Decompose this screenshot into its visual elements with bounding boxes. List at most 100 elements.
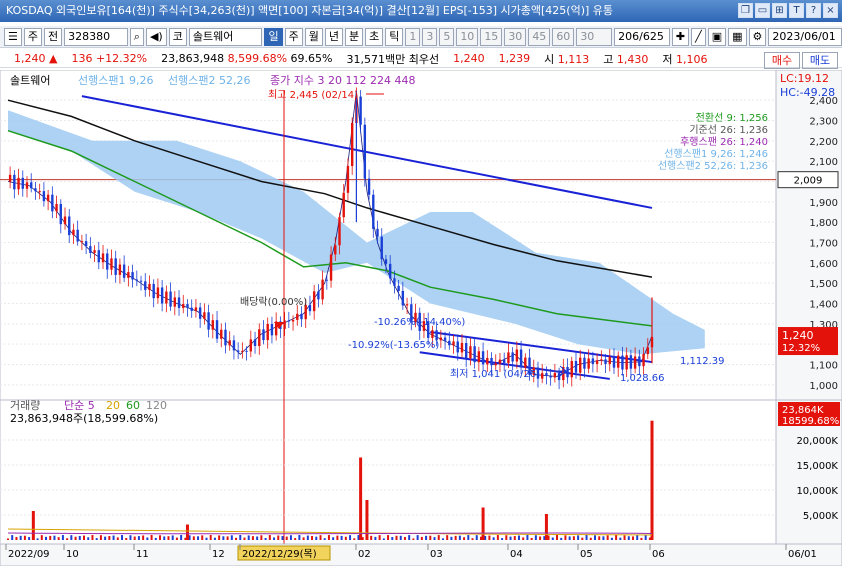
volume-bar xyxy=(260,535,263,540)
period-tab-minute[interactable]: 분 xyxy=(344,27,364,46)
page-count-field[interactable]: 206/625 xyxy=(614,27,670,46)
volume-bar xyxy=(349,535,352,540)
volume-bar xyxy=(403,536,406,540)
stock-label: 솔트웨어 xyxy=(10,74,50,87)
list-icon[interactable]: ☰ xyxy=(4,27,22,46)
speaker-icon[interactable]: ◀) xyxy=(145,27,167,46)
interval-3[interactable]: 3 xyxy=(422,27,438,46)
volume-bar xyxy=(154,537,157,540)
candle-body xyxy=(42,191,46,202)
crosshair-icon[interactable]: ✚ xyxy=(671,27,690,46)
volume-bar xyxy=(522,537,525,540)
save-icon[interactable]: ▣ xyxy=(707,27,727,46)
interval-30[interactable]: 30 xyxy=(504,27,527,46)
candle-body xyxy=(169,291,172,307)
volume-bar xyxy=(488,535,491,540)
candle-body xyxy=(629,355,633,369)
close-icon[interactable]: × xyxy=(823,3,838,18)
restore-icon[interactable]: ❐ xyxy=(738,3,753,18)
candle-body xyxy=(59,203,62,225)
volume-tick-label: 15,000K xyxy=(796,461,838,472)
stock-name-field[interactable]: 솔트웨어 xyxy=(188,27,263,46)
y-tick-label: 1,600 xyxy=(809,259,838,270)
candle-body xyxy=(131,272,134,280)
interval-15[interactable]: 15 xyxy=(480,27,503,46)
price-chart[interactable]: 최고 2,445 (02/14) 배당락(0.00%) -10.26%(-14.40… xyxy=(0,70,842,566)
minimize-icon[interactable]: ▭ xyxy=(755,3,770,18)
candle-body xyxy=(127,272,130,278)
draw-icon[interactable]: ╱ xyxy=(691,27,706,46)
volume-bar xyxy=(370,535,373,540)
volume-bar xyxy=(319,535,322,540)
volume-bar xyxy=(28,537,31,540)
interval-5[interactable]: 5 xyxy=(439,27,455,46)
buy-button[interactable]: 매수 xyxy=(764,52,800,69)
volume-bar xyxy=(572,536,575,540)
volume-bar xyxy=(564,535,567,540)
candle-body xyxy=(262,329,265,341)
candle-body xyxy=(642,354,645,367)
volume-bar xyxy=(243,537,246,540)
help-icon[interactable]: ? xyxy=(806,3,821,18)
candle-body xyxy=(72,229,75,236)
volume-bar xyxy=(66,538,69,540)
volume-bar xyxy=(644,535,647,540)
pin-icon[interactable]: ⊞ xyxy=(772,3,787,18)
volume-bar xyxy=(264,537,267,540)
candle-body xyxy=(608,356,611,365)
settings-icon[interactable]: ⚙ xyxy=(748,27,767,46)
period-tab-year[interactable]: 년 xyxy=(324,27,343,46)
candle-body xyxy=(498,359,502,364)
stock-code-input[interactable]: 328380 xyxy=(64,27,128,46)
candle-body xyxy=(232,340,236,351)
interval-45[interactable]: 45 xyxy=(528,27,551,46)
volume-bar xyxy=(640,537,643,540)
volume-bar xyxy=(353,538,356,540)
interval-60[interactable]: 60 xyxy=(552,27,575,46)
interval-1[interactable]: 1 xyxy=(405,27,421,46)
candle-body xyxy=(456,341,459,353)
candle-body xyxy=(30,182,33,189)
market-select[interactable]: 주 xyxy=(23,27,42,46)
volume-bar xyxy=(560,537,563,540)
volume-bar xyxy=(585,535,588,540)
volume-bar xyxy=(598,536,601,540)
interval-10[interactable]: 10 xyxy=(456,27,479,46)
y-tick-label: 2,200 xyxy=(809,137,838,148)
x-tick-label: 2022/09 xyxy=(8,549,50,560)
period-tab-day[interactable]: 일 xyxy=(264,27,283,46)
text-icon[interactable]: T xyxy=(789,3,804,18)
candle-body xyxy=(258,329,261,347)
volume-bar xyxy=(340,535,343,540)
lc-label: LC:19.12 xyxy=(780,72,829,85)
volume-spike xyxy=(650,420,654,540)
annot-low: 최저 1,041 (04/26) xyxy=(450,368,540,380)
x-tick-label: 11 xyxy=(136,549,149,560)
price-change: 136 +12.32% xyxy=(71,52,148,65)
period-tab-month[interactable]: 월 xyxy=(304,27,323,46)
prev-button[interactable]: 전 xyxy=(44,27,63,46)
candle-body xyxy=(401,290,405,306)
volume-bar xyxy=(108,536,111,540)
volume-bar xyxy=(505,535,508,540)
period-tab-second[interactable]: 초 xyxy=(365,27,384,46)
y-tick-label: 1,700 xyxy=(809,239,838,250)
candle-body xyxy=(194,307,198,311)
interval-select[interactable]: 30 xyxy=(576,27,613,46)
candle-body xyxy=(228,340,231,346)
sell-button[interactable]: 매도 xyxy=(802,52,838,69)
candle-body xyxy=(25,182,29,189)
candle-body xyxy=(557,373,561,381)
grid-icon[interactable]: ▦ xyxy=(728,27,747,46)
search-icon[interactable]: ⌕ xyxy=(129,27,144,46)
legend-chikou: 후행스팬 26: 1,240 xyxy=(680,136,768,148)
candle-body xyxy=(13,174,16,190)
volume-bar xyxy=(636,535,639,540)
date-field[interactable]: 2023/06/01 xyxy=(768,27,842,46)
volume-bar xyxy=(171,535,174,540)
period-tab-week[interactable]: 주 xyxy=(284,27,303,46)
candle-body xyxy=(144,281,147,290)
period-tab-tick[interactable]: 틱 xyxy=(385,27,404,46)
volume-bar xyxy=(568,536,571,540)
candle-body xyxy=(321,279,324,300)
